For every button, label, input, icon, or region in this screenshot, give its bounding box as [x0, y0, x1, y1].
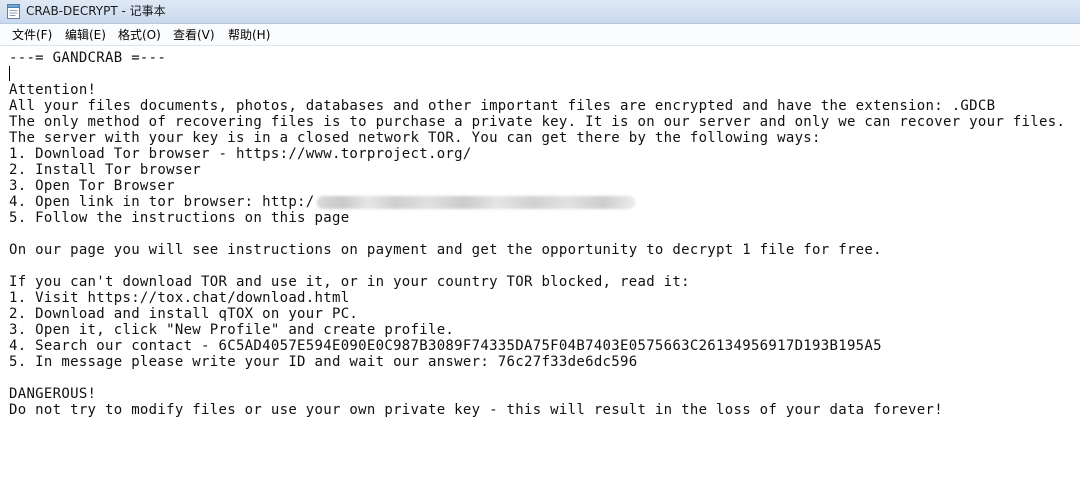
recovery-method: The only method of recovering files is t…: [9, 114, 1066, 130]
tor-step-link: 4. Open link in tor browser: http:/: [9, 194, 1069, 210]
menu-edit[interactable]: 编辑(E): [62, 27, 109, 43]
window-title: CRAB-DECRYPT - 记事本: [26, 4, 166, 18]
tor-step: 2. Install Tor browser: [9, 162, 202, 178]
ransom-header: ---= GANDCRAB =---: [9, 50, 167, 66]
title-bar[interactable]: CRAB-DECRYPT - 记事本: [0, 0, 1080, 24]
redacted-onion-url: [316, 195, 635, 209]
menu-help[interactable]: 帮助(H): [225, 27, 273, 43]
attention-line: Attention!: [9, 82, 97, 98]
tor-step: 3. Open Tor Browser: [9, 178, 175, 194]
danger-title: DANGEROUS!: [9, 386, 97, 402]
payment-info: On our page you will see instructions on…: [9, 242, 882, 258]
tox-step: 3. Open it, click "New Profile" and crea…: [9, 322, 455, 338]
menu-format[interactable]: 格式(O): [115, 27, 164, 43]
server-info: The server with your key is in a closed …: [9, 130, 821, 146]
menu-view[interactable]: 查看(V): [170, 27, 218, 43]
menu-bar: 文件(F) 编辑(E) 格式(O) 查看(V) 帮助(H): [0, 24, 1080, 46]
tox-user-id: 5. In message please write your ID and w…: [9, 354, 638, 370]
text-caret: [9, 66, 10, 81]
tox-contact-id: 4. Search our contact - 6C5AD4057E594E09…: [9, 338, 882, 354]
tox-step: 1. Visit https://tox.chat/download.html: [9, 290, 350, 306]
danger-warning: Do not try to modify files or use your o…: [9, 402, 943, 418]
document-text[interactable]: ---= GANDCRAB =--- Attention! All your f…: [9, 50, 1069, 418]
tor-step: 5. Follow the instructions on this page: [9, 210, 350, 226]
tor-step-link-text: 4. Open link in tor browser: http:/: [9, 194, 315, 210]
menu-file[interactable]: 文件(F): [9, 27, 55, 43]
caret-line: [9, 66, 1069, 82]
text-editor[interactable]: ---= GANDCRAB =--- Attention! All your f…: [0, 46, 1080, 487]
notepad-icon: [7, 4, 20, 19]
tox-step: 2. Download and install qTOX on your PC.: [9, 306, 359, 322]
tor-step: 1. Download Tor browser - https://www.to…: [9, 146, 472, 162]
encryption-notice: All your files documents, photos, databa…: [9, 98, 996, 114]
tox-intro: If you can't download TOR and use it, or…: [9, 274, 690, 290]
